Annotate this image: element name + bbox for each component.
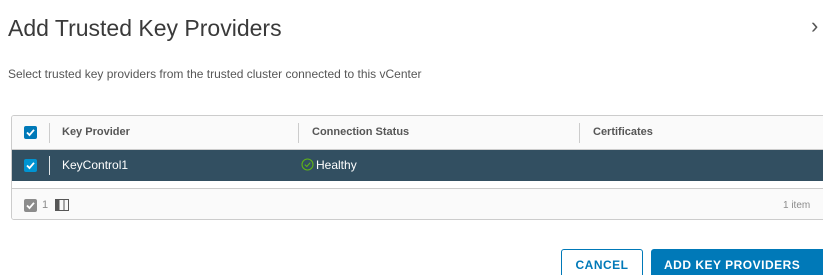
select-all-checkbox[interactable] — [24, 126, 37, 139]
dialog-subtitle: Select trusted key providers from the tr… — [8, 67, 422, 81]
row-checkbox[interactable] — [24, 159, 37, 172]
grid-header: Key Provider Connection Status Certifica… — [12, 116, 823, 150]
checkmark-icon — [26, 202, 35, 210]
column-header-key-provider[interactable]: Key Provider — [62, 126, 130, 138]
row-separator — [49, 156, 50, 175]
grid-footer: 1 1 item — [12, 188, 823, 219]
cancel-button[interactable]: CANCEL — [561, 249, 643, 275]
close-icon[interactable]: › — [811, 14, 823, 38]
key-provider-cell: KeyControl1 — [62, 158, 129, 172]
columns-icon[interactable] — [55, 199, 69, 211]
column-separator[interactable] — [298, 123, 299, 143]
check-circle-icon — [301, 158, 314, 171]
column-header-certificates[interactable]: Certificates — [593, 126, 653, 138]
column-separator[interactable] — [579, 123, 580, 143]
item-count: 1 item — [783, 200, 811, 211]
column-separator[interactable] — [49, 123, 50, 143]
add-trusted-key-providers-dialog: Add Trusted Key Providers › Select trust… — [0, 0, 823, 275]
checkmark-icon — [26, 162, 35, 170]
key-providers-grid: Key Provider Connection Status Certifica… — [11, 115, 823, 220]
selection-indicator-icon — [24, 199, 37, 212]
dialog-title: Add Trusted Key Providers — [8, 15, 282, 41]
table-row[interactable]: KeyControl1 Healthy — [12, 150, 823, 181]
add-key-providers-button[interactable]: ADD KEY PROVIDERS — [651, 249, 823, 275]
checkmark-icon — [26, 129, 35, 137]
connection-status-cell: Healthy — [316, 158, 357, 172]
column-header-connection-status[interactable]: Connection Status — [312, 126, 409, 138]
selected-count: 1 — [42, 199, 49, 211]
